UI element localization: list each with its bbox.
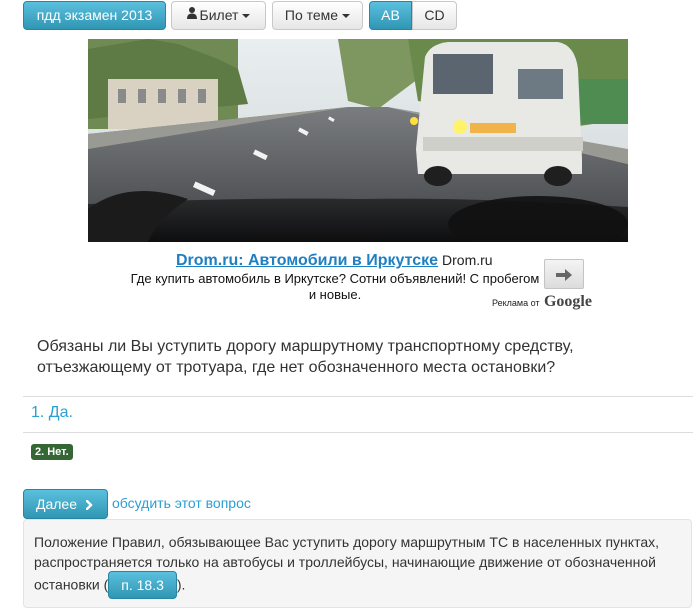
- chevron-down-icon: [342, 14, 351, 19]
- ticket-label: Билет: [199, 7, 239, 23]
- google-logo: Google: [543, 293, 592, 310]
- ad-label: Реклама от Google: [492, 293, 592, 311]
- explanation-text: Положение Правил, обязывающее Вас уступи…: [34, 532, 679, 600]
- topic-label: По теме: [284, 7, 339, 23]
- rule-reference-button[interactable]: п. 18.3: [108, 571, 177, 599]
- ad-block: Drom.ru: Автомобили в Иркутске Drom.ru Гд…: [130, 252, 600, 314]
- ad-title-link[interactable]: Drom.ru: Автомобили в Иркутске: [176, 252, 438, 269]
- exam-2013-button[interactable]: пдд экзамен 2013: [23, 1, 166, 30]
- exam-2013-label: пдд экзамен 2013: [36, 7, 153, 23]
- chevron-right-icon: [86, 500, 93, 510]
- explanation-tail: ).: [176, 576, 186, 593]
- question-image: [88, 39, 628, 242]
- ticket-dropdown-button[interactable]: Билет: [171, 1, 266, 30]
- ad-arrow-button[interactable]: [544, 259, 584, 289]
- category-ab-button[interactable]: AB: [369, 1, 412, 30]
- explanation-panel: Положение Правил, обязывающее Вас уступи…: [23, 519, 692, 608]
- ad-label-prefix: Реклама от: [492, 298, 540, 308]
- arrow-right-icon: [556, 268, 572, 286]
- category-ab-label: AB: [381, 7, 400, 23]
- next-label: Далее: [36, 496, 78, 512]
- topic-dropdown-button[interactable]: По теме: [272, 1, 363, 30]
- question-text: Обязаны ли Вы уступить дорогу маршрутном…: [37, 338, 574, 376]
- answer-option-2-correct[interactable]: 2. Нет.: [31, 444, 73, 460]
- divider: [23, 432, 693, 433]
- ad-domain: Drom.ru: [442, 252, 493, 268]
- chevron-down-icon: [242, 14, 251, 19]
- user-icon: [186, 1, 197, 28]
- ad-description: Где купить автомобиль в Иркутске? Сотни …: [130, 271, 540, 302]
- category-cd-button[interactable]: CD: [412, 1, 457, 30]
- answer-option-1[interactable]: 1. Да.: [31, 404, 73, 422]
- category-cd-label: CD: [424, 7, 445, 23]
- discuss-question-link[interactable]: обсудить этот вопрос: [112, 495, 251, 511]
- divider: [23, 396, 693, 397]
- next-button[interactable]: Далее: [23, 489, 108, 519]
- ad-title: Drom.ru: Автомобили в Иркутске Drom.ru: [176, 252, 493, 270]
